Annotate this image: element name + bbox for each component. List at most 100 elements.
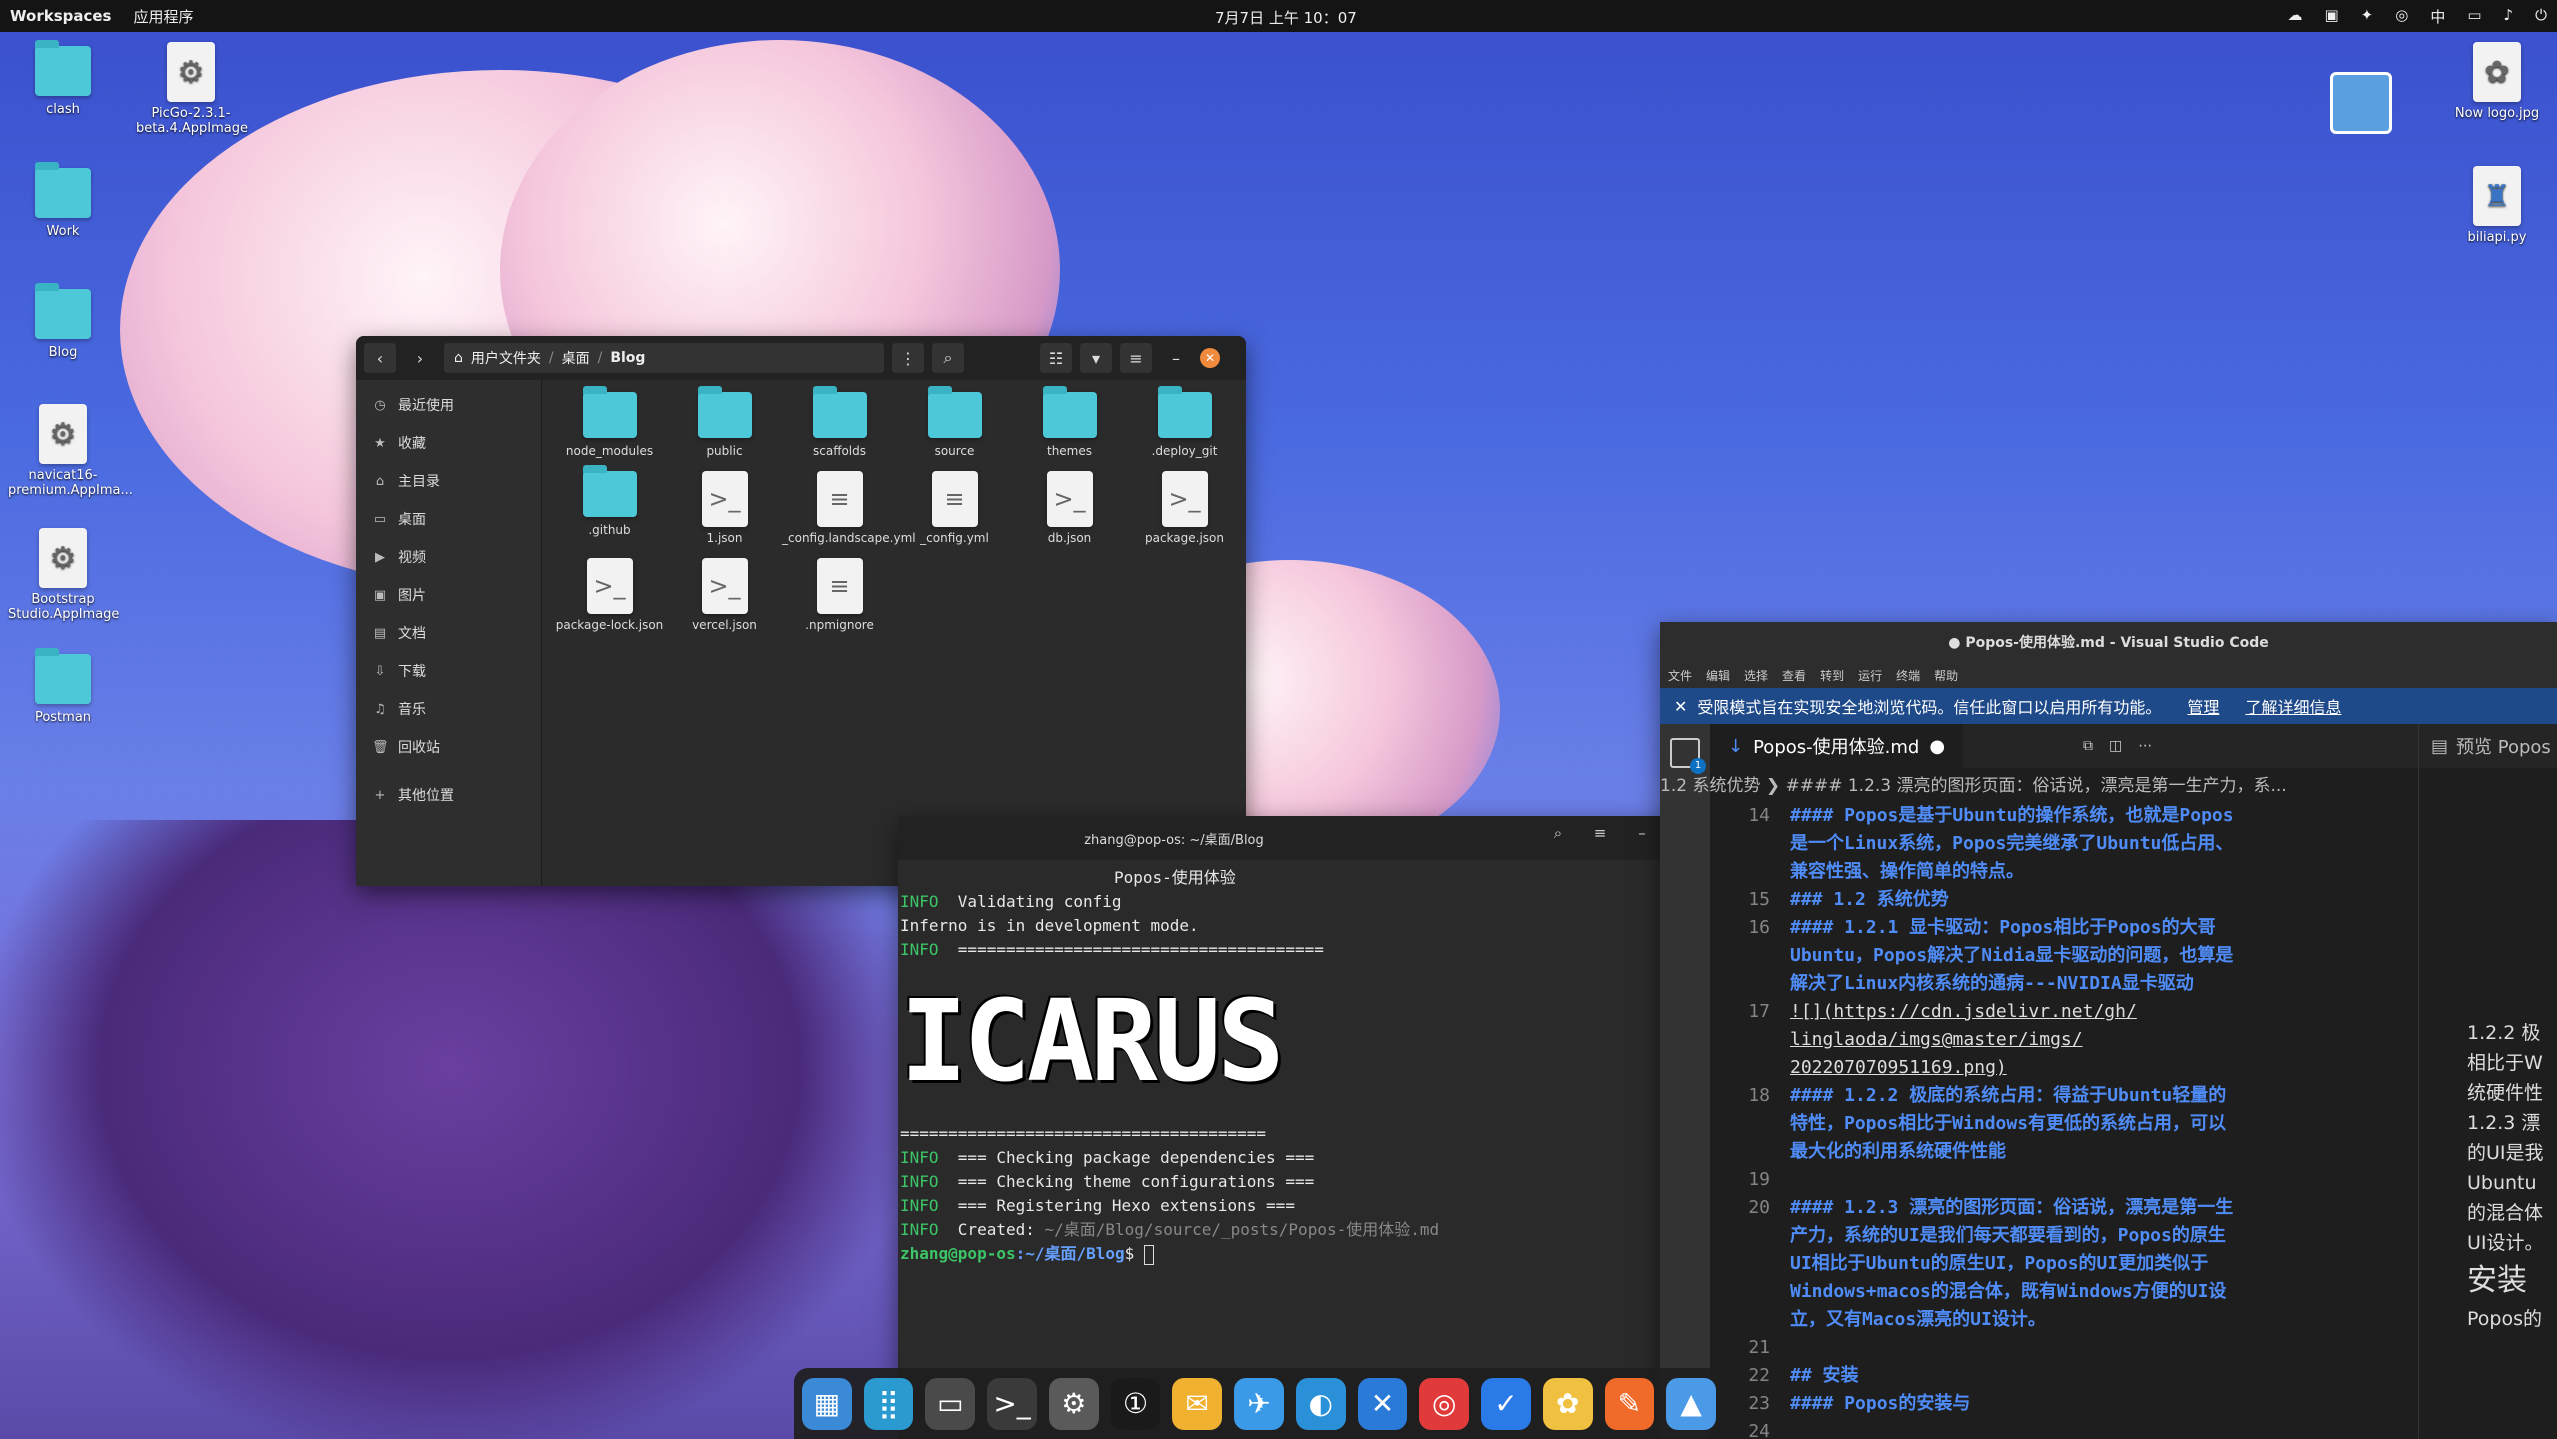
sidebar-item-downloads[interactable]: ⇩ 下载 <box>356 652 541 690</box>
workspaces-button[interactable]: Workspaces <box>10 7 111 25</box>
input-method-indicator[interactable]: 中 <box>2430 6 2445 27</box>
menu-item[interactable]: 选择 <box>1744 667 1768 684</box>
view-options-button[interactable]: ▾ <box>1080 343 1112 373</box>
path-menu-button[interactable]: ⋮ <box>892 343 924 373</box>
desktop-icon-navicat[interactable]: ⚙ navicat16-premium.AppIma... <box>8 404 133 498</box>
markdown-preview: ▤ 预览 Popos 1.2.2 极相比于W 统硬件性 1.2.3 漂的UI是我 Ubu… <box>2418 724 2557 1439</box>
file-item[interactable]: >_ db.json <box>1012 471 1127 546</box>
feishu-icon[interactable]: ✈ <box>1234 1377 1284 1430</box>
menu-item[interactable]: 查看 <box>1782 667 1806 684</box>
applications-button[interactable]: 应用程序 <box>133 6 193 27</box>
power-icon[interactable]: ⏻ <box>2535 6 2547 27</box>
minimize-icon[interactable]: – <box>1628 824 1656 842</box>
clock[interactable]: 7月7日 上午 10：07 <box>1215 7 1357 28</box>
app-grid-icon[interactable]: ⣿ <box>863 1377 914 1430</box>
menu-item[interactable]: 帮助 <box>1934 667 1958 684</box>
desktop-icon-bootstrap-studio[interactable]: ⚙ Bootstrap Studio.AppImage <box>8 528 119 622</box>
sidebar-item-documents[interactable]: ▤ 文档 <box>356 614 541 652</box>
desktop-icon-work[interactable]: Work <box>8 162 118 239</box>
files-icon[interactable]: ▦ <box>802 1377 852 1430</box>
breadcrumb-blog[interactable]: Blog <box>610 350 645 366</box>
back-button[interactable]: ‹ <box>364 343 396 373</box>
file-item[interactable]: >_ vercel.json <box>667 558 782 633</box>
desktop-icon-clash[interactable]: clash <box>8 40 118 117</box>
sidebar-item-other-locations[interactable]: + 其他位置 <box>356 776 541 814</box>
minimize-icon: – <box>1172 348 1180 368</box>
terminal-output[interactable]: Popos-使用体验 INFO Validating config Inferno … <box>898 860 1710 1272</box>
file-item[interactable]: themes <box>1012 386 1127 459</box>
image-viewer-widget-icon[interactable] <box>2330 72 2392 134</box>
sidebar-item-desktop[interactable]: ▭ 桌面 <box>356 500 541 538</box>
file-item[interactable]: >_ package.json <box>1127 471 1242 546</box>
volume-icon[interactable]: ♪ <box>2504 6 2514 27</box>
mail-icon[interactable]: ✉ <box>1172 1377 1223 1430</box>
explorer-icon[interactable]: 1 <box>1670 738 1706 774</box>
folder-icon <box>582 465 637 517</box>
desktop-icon-biliapi[interactable]: ♜ biliapi.py <box>2442 166 2552 245</box>
more-actions-icon[interactable]: ⋯ <box>2138 738 2152 754</box>
preview-tab[interactable]: ▤ 预览 Popos <box>2419 724 2557 768</box>
file-item[interactable]: ≡ .npmignore <box>782 558 897 633</box>
open-preview-icon[interactable]: ⧉ <box>2083 738 2093 754</box>
desktop-icon-postman[interactable]: Postman <box>8 648 118 725</box>
split-editor-icon[interactable]: ◫ <box>2109 738 2122 754</box>
forward-button[interactable]: › <box>404 343 436 373</box>
file-item[interactable]: node_modules <box>552 386 667 459</box>
code-editor[interactable]: 14 #### Popos是基于Ubuntu的操作系统，也就是Popos 是一个Li… <box>1730 802 2350 1439</box>
file-manager-icon[interactable]: ▭ <box>925 1377 976 1430</box>
sidebar-item-starred[interactable]: ★ 收藏 <box>356 424 541 462</box>
password-icon[interactable]: ① <box>1110 1377 1161 1430</box>
breadcrumb-desktop[interactable]: 桌面 <box>562 348 590 368</box>
file-item[interactable]: public <box>667 386 782 459</box>
sidebar-item-pictures[interactable]: ▣ 图片 <box>356 576 541 614</box>
screenshot-icon[interactable]: ▣ <box>2324 6 2338 27</box>
file-item[interactable]: ≡ _config.landscape.yml <box>782 471 916 546</box>
netease-music-icon[interactable]: ◎ <box>1419 1377 1470 1430</box>
desktop-icon-now-logo[interactable]: ✿ Now logo.jpg <box>2442 42 2552 121</box>
minimize-button[interactable]: – <box>1160 343 1192 373</box>
file-item[interactable]: >_ package-lock.json <box>552 558 667 633</box>
sidebar-item-trash[interactable]: 🗑 回收站 <box>356 728 541 766</box>
view-mode-button[interactable]: ☷ <box>1040 343 1072 373</box>
file-name: .deploy_git <box>1151 444 1218 458</box>
menu-item[interactable]: 文件 <box>1668 667 1692 684</box>
file-item[interactable]: source <box>897 386 1012 459</box>
display-icon[interactable]: ▭ <box>2467 6 2481 27</box>
menu-item[interactable]: 运行 <box>1858 667 1882 684</box>
desktop-icon-picgo[interactable]: ⚙ PicGo-2.3.1-beta.4.AppImage <box>136 42 248 136</box>
menu-item[interactable]: 终端 <box>1896 667 1920 684</box>
file-item[interactable]: ≡ _config.yml <box>897 471 1012 546</box>
menu-item[interactable]: 编辑 <box>1706 667 1730 684</box>
terminal-icon[interactable]: >_ <box>987 1377 1037 1430</box>
sidebar-item-recent[interactable]: ◷ 最近使用 <box>356 386 541 424</box>
baidu-icon[interactable]: ✿ <box>1542 1377 1593 1430</box>
menu-item[interactable]: 转到 <box>1820 667 1844 684</box>
breadcrumb-home[interactable]: 用户文件夹 <box>471 348 541 368</box>
search-button[interactable]: ⌕ <box>932 343 964 373</box>
main-menu-button[interactable]: ≡ <box>1120 343 1152 373</box>
learn-more-link[interactable]: 了解详细信息 <box>2245 694 2341 718</box>
image-viewer-icon[interactable]: ▲ <box>1666 1377 1717 1430</box>
close-button[interactable]: ✕ <box>1200 348 1220 368</box>
edge-icon[interactable]: ◐ <box>1295 1377 1346 1430</box>
network-icon[interactable]: ◎ <box>2395 6 2408 27</box>
settings-icon[interactable]: ⚙ <box>1048 1377 1099 1430</box>
sketch-icon[interactable]: ✎ <box>1604 1377 1655 1430</box>
file-item[interactable]: .deploy_git <box>1127 386 1242 459</box>
editor-breadcrumb[interactable]: 1.2 系统优势 ❯ #### 1.2.3 漂亮的图形页面：俗话说，漂亮是第一生… <box>1660 768 2420 798</box>
manage-link[interactable]: 管理 <box>2187 694 2219 718</box>
search-icon[interactable]: ⌕ <box>1544 824 1572 842</box>
bluetooth-icon[interactable]: ✦ <box>2361 6 2374 27</box>
desktop-icon-blog[interactable]: Blog <box>8 283 118 360</box>
file-item[interactable]: .github <box>552 465 667 546</box>
dingtalk-icon[interactable]: ✓ <box>1481 1377 1531 1430</box>
vscode-icon[interactable]: ✕ <box>1357 1377 1408 1430</box>
wechat-icon[interactable]: ☁ <box>2287 6 2302 27</box>
sidebar-item-videos[interactable]: ▶ 视频 <box>356 538 541 576</box>
file-item[interactable]: >_ 1.json <box>667 471 782 546</box>
file-item[interactable]: scaffolds <box>782 386 897 459</box>
sidebar-item-music[interactable]: ♫ 音乐 <box>356 690 541 728</box>
hamburger-icon[interactable]: ≡ <box>1586 824 1614 842</box>
tab-popos-md[interactable]: ↓ Popos-使用体验.md ● <box>1710 724 1964 768</box>
sidebar-item-home[interactable]: ⌂ 主目录 <box>356 462 541 500</box>
